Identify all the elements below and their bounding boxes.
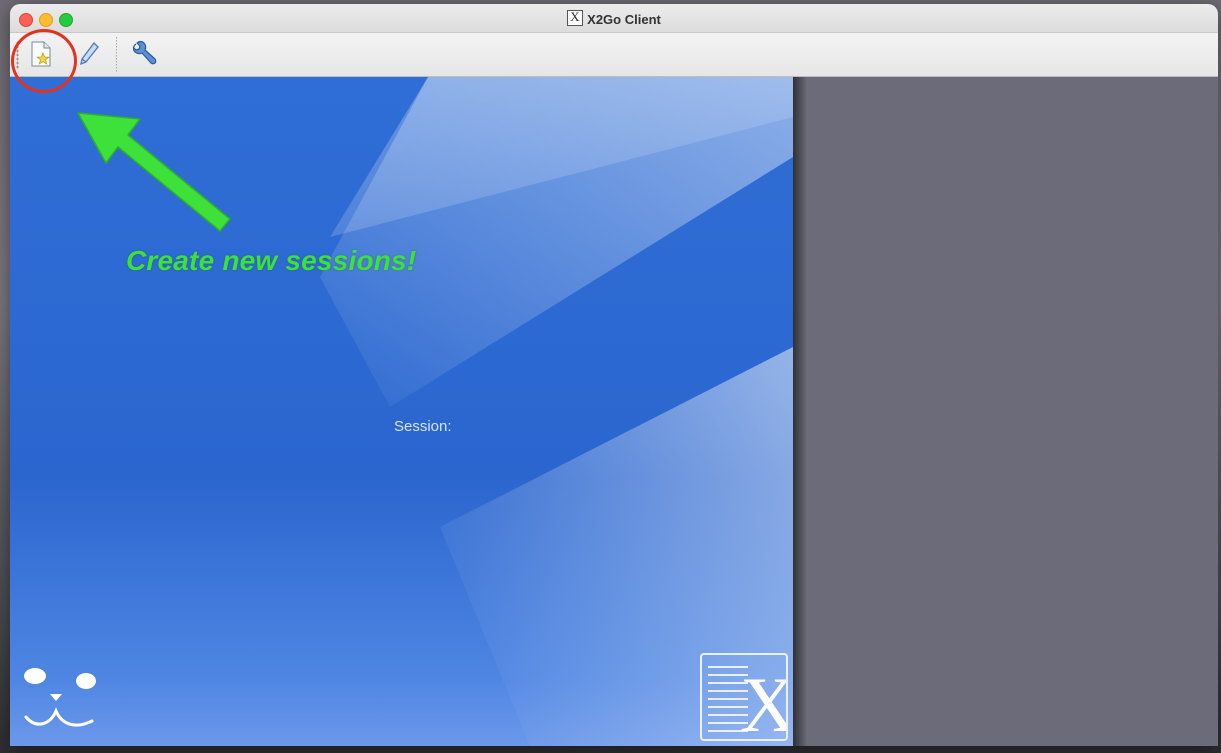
toolbar xyxy=(10,33,1218,77)
svg-text:X: X xyxy=(740,661,786,739)
x2go-app-icon xyxy=(567,9,584,26)
wrench-icon xyxy=(132,40,157,65)
preferences-button[interactable] xyxy=(129,39,159,69)
arrow-icon xyxy=(77,112,231,232)
toolbar-separator xyxy=(116,37,117,73)
session-panel: Create new sessions! Session: xyxy=(10,77,793,746)
title-bar[interactable]: X2Go Client xyxy=(10,4,1218,33)
pencil-icon xyxy=(80,42,99,66)
window-title-wrap: X2Go Client xyxy=(10,9,1218,27)
x2go-logo: X xyxy=(700,653,788,741)
annotation-text: Create new sessions! xyxy=(126,245,417,276)
session-label: Session: xyxy=(394,418,452,435)
panda-mascot-icon xyxy=(24,668,96,727)
panel-divider-shadow xyxy=(793,77,807,746)
window-title: X2Go Client xyxy=(587,12,661,27)
edit-session-button[interactable] xyxy=(74,39,104,69)
annotation-highlight-ring xyxy=(11,29,77,93)
session-list-area xyxy=(793,77,1218,746)
app-window: X2Go Client xyxy=(10,4,1218,746)
